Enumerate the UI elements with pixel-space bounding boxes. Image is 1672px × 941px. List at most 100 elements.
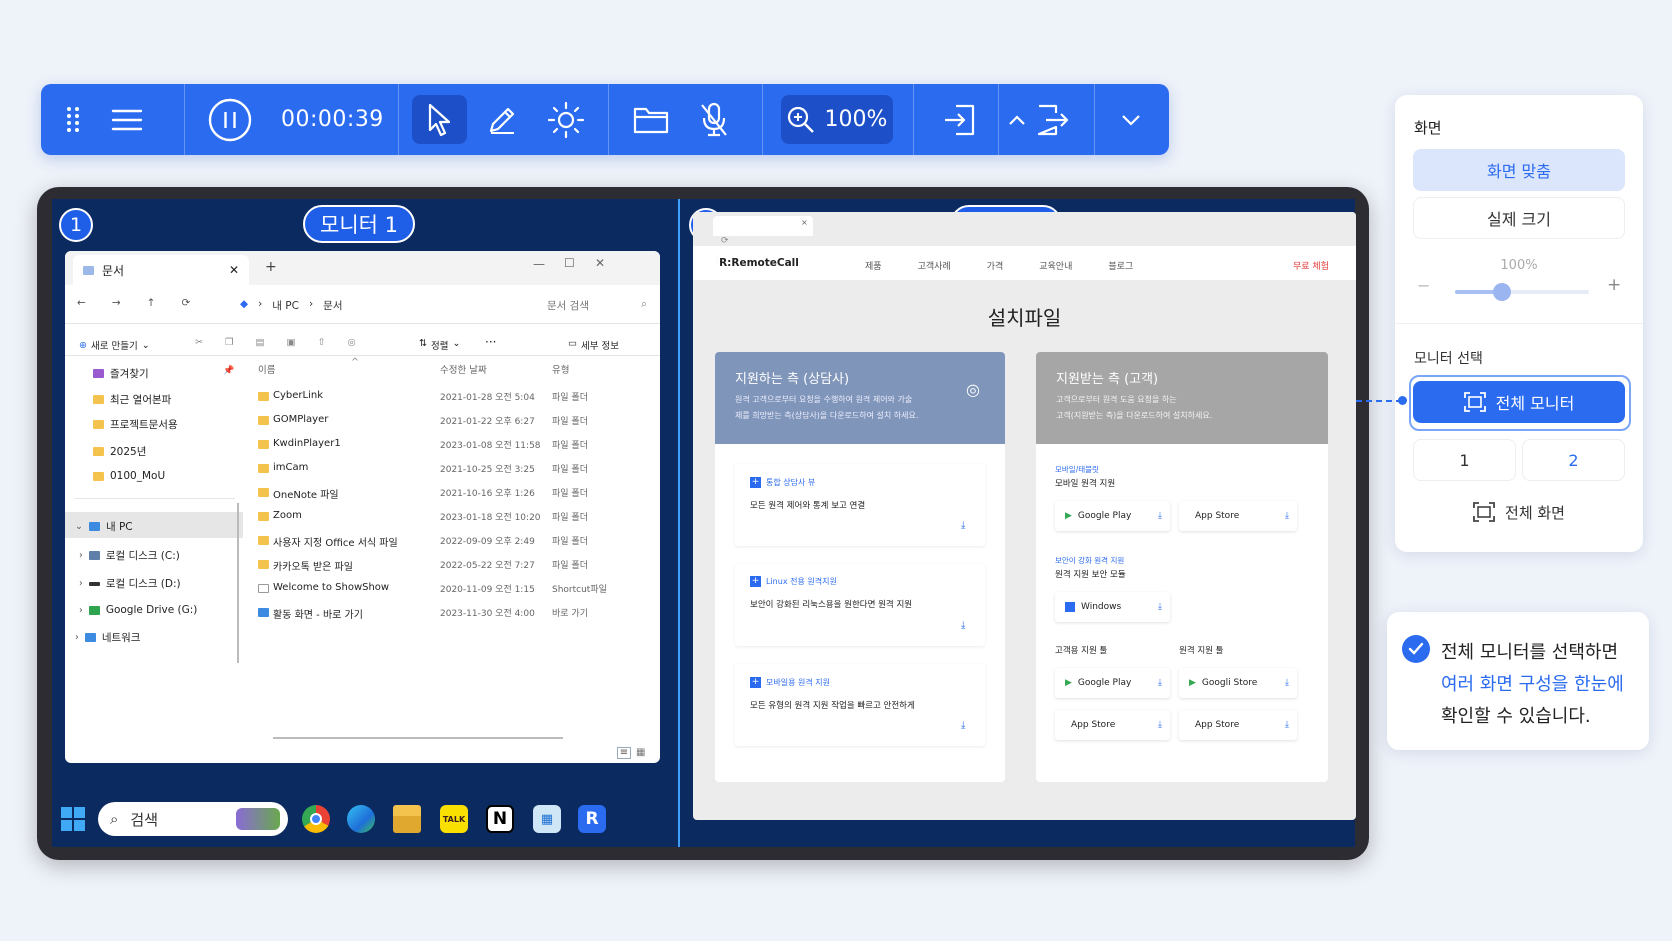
windows-download-button[interactable]: Windows ⤓ [1055,592,1170,622]
sidebar-item-network[interactable]: › 네트워크 [75,630,140,645]
forward-icon[interactable]: → [112,297,121,309]
download-icon[interactable]: ⤓ [961,620,965,631]
cut-icon[interactable]: ✂ [195,337,203,348]
edge-icon[interactable] [347,805,375,833]
file-explorer-icon[interactable] [393,805,421,833]
google-play-button[interactable]: ▶ Google Play ⤓ [1055,668,1170,698]
monitor-1-label[interactable]: 모니터 1 [303,205,415,243]
file-row[interactable]: Welcome to ShowShow 2020-11-09 오전 1:15 Sho… [258,577,638,601]
app-store-button[interactable]: App Store ⤓ [1055,710,1170,740]
drag-handle-icon[interactable] [53,84,93,155]
column-header-name[interactable]: 이름 [258,362,275,376]
sidebar-item-favorites[interactable]: 즐겨찾기 [93,366,149,381]
sidebar-item-this-pc[interactable]: ⌄ 내 PC [75,519,133,534]
kakaotalk-icon[interactable]: TALK [440,805,468,833]
fit-to-screen-button[interactable]: 화면 맞춤 [1413,149,1625,191]
column-header-type[interactable]: 유형 [552,362,569,376]
sidebar-item-drive-d[interactable]: › 로컬 디스크 (D:) [79,576,181,591]
free-trial-link[interactable]: 무료 체험 [1293,259,1329,272]
calculator-icon[interactable]: ▦ [533,805,561,833]
site-logo[interactable]: RR:RemoteCall [717,257,799,269]
file-row[interactable]: GOMPlayer 2021-01-22 오후 6:27 파일 폴더 [258,409,638,433]
chrome-icon[interactable] [302,805,330,833]
up-icon[interactable]: ↑ [147,297,156,309]
file-row[interactable]: KwdinPlayer1 2023-01-08 오전 11:58 파일 폴더 [258,433,638,457]
zoom-slider-thumb[interactable] [1492,283,1511,301]
file-row[interactable]: 사용자 지정 Office 서식 파일 2022-09-09 오후 2:49 파일 … [258,529,638,553]
folder-icon[interactable] [626,84,676,155]
pen-icon[interactable] [477,84,527,155]
chevron-down-icon[interactable] [1109,84,1153,155]
list-view-icon[interactable]: ≡ [617,747,631,759]
all-monitors-button[interactable]: 전체 모니터 [1413,381,1625,423]
explorer-tab[interactable]: 문서 ✕ [73,255,249,285]
menu-icon[interactable] [107,84,147,155]
column-header-date[interactable]: 수정한 날짜 [440,362,487,376]
taskbar-search[interactable]: ⌕ 검색 [98,802,288,836]
google-play-button[interactable]: ▶ Google Play ⤓ [1055,501,1170,531]
brightness-icon[interactable] [541,84,591,155]
close-icon[interactable]: ✕ [229,263,239,277]
file-row[interactable]: Zoom 2023-01-18 오전 10:20 파일 폴더 [258,505,638,529]
copy-icon[interactable]: ❐ [225,337,234,348]
app-store-button[interactable]: App Store ⤓ [1179,501,1297,531]
file-row[interactable]: 카카오톡 받은 파일 2022-05-22 오전 7:27 파일 폴더 [258,553,638,577]
breadcrumb-item[interactable]: 내 PC [272,298,299,313]
google-store-button[interactable]: ▶ Googli Store ⤓ [1179,668,1297,698]
sign-in-icon[interactable] [937,84,981,155]
sidebar-item[interactable]: 0100_MoU [93,470,165,482]
search-input[interactable]: 문서 검색 ⌕ [547,298,647,313]
sidebar-item[interactable]: 최근 열어본파 [93,392,171,407]
download-icon[interactable]: ⤓ [961,520,965,531]
sidebar-item-google-drive[interactable]: › Google Drive (G:) [79,604,197,616]
notion-icon[interactable]: N [486,805,514,833]
nav-item[interactable]: 블로그 [1108,259,1133,272]
maximize-icon[interactable]: ☐ [564,256,575,270]
actual-size-button[interactable]: 실제 크기 [1413,197,1625,239]
close-icon[interactable]: × [801,218,808,227]
nav-item[interactable]: 제품 [865,259,882,272]
file-row[interactable]: CyberLink 2021-01-28 오전 5:04 파일 폴더 [258,385,638,409]
sidebar-item[interactable]: 2025년 [93,444,146,459]
monitor-1-button[interactable]: 1 [1413,439,1516,481]
zoom-slider[interactable] [1455,283,1589,301]
close-window-icon[interactable]: ✕ [595,256,605,270]
app-store-button[interactable]: App Store ⤓ [1179,710,1297,740]
sort-button[interactable]: ⇅ 정렬 ⌄ [419,338,460,352]
more-icon[interactable]: ··· [485,335,496,349]
file-row[interactable]: imCam 2021-10-25 오전 3:25 파일 폴더 [258,457,638,481]
nav-item[interactable]: 가격 [987,259,1004,272]
pause-icon[interactable] [204,84,256,155]
new-tab-icon[interactable]: + [265,259,277,275]
details-button[interactable]: ▭ 세부 정보 [568,338,619,352]
tile-view-icon[interactable]: ▦ [636,747,645,758]
file-row[interactable]: 활동 화면 - 바로 가기 2023-11-30 오전 4:00 바로 가기 [258,601,638,625]
fullscreen-button[interactable]: 전체 화면 [1413,491,1625,533]
nav-item[interactable]: 고객사례 [918,259,951,272]
windows-start-icon[interactable] [61,807,85,831]
rename-icon[interactable]: ▣ [286,337,295,348]
new-button[interactable]: ⊕ 새로 만들기 ⌄ [79,338,150,353]
share-icon[interactable]: ⇧ [317,337,325,348]
sidebar-scrollbar[interactable] [237,503,239,663]
file-row[interactable]: OneNote 파일 2021-10-16 오후 1:26 파일 폴더 [258,481,638,505]
sidebar-item[interactable]: 프로젝트문서용 [93,417,178,432]
download-icon[interactable]: ⤓ [961,720,965,731]
remotecall-app-icon[interactable]: R [578,805,606,833]
refresh-icon[interactable]: ⟳ [721,236,729,246]
back-icon[interactable]: ← [77,297,86,309]
minimize-icon[interactable]: — [533,257,545,271]
monitor-2-button[interactable]: 2 [1522,439,1625,481]
delete-icon[interactable]: ◎ [347,337,355,348]
zoom-out-icon[interactable]: − [1417,276,1430,295]
sign-out-icon[interactable] [1031,84,1075,155]
zoom-in-plus-icon[interactable]: + [1607,275,1621,295]
paste-icon[interactable]: ▤ [256,337,265,348]
mic-off-icon[interactable] [689,84,739,155]
nav-item[interactable]: 교육안내 [1039,259,1072,272]
sidebar-item-drive-c[interactable]: › 로컬 디스크 (C:) [79,548,180,563]
horizontal-scrollbar[interactable] [273,737,563,739]
chevron-up-icon[interactable] [1003,84,1031,155]
zoom-button[interactable]: 100% [781,95,893,144]
breadcrumb-item[interactable]: 문서 [323,298,342,313]
